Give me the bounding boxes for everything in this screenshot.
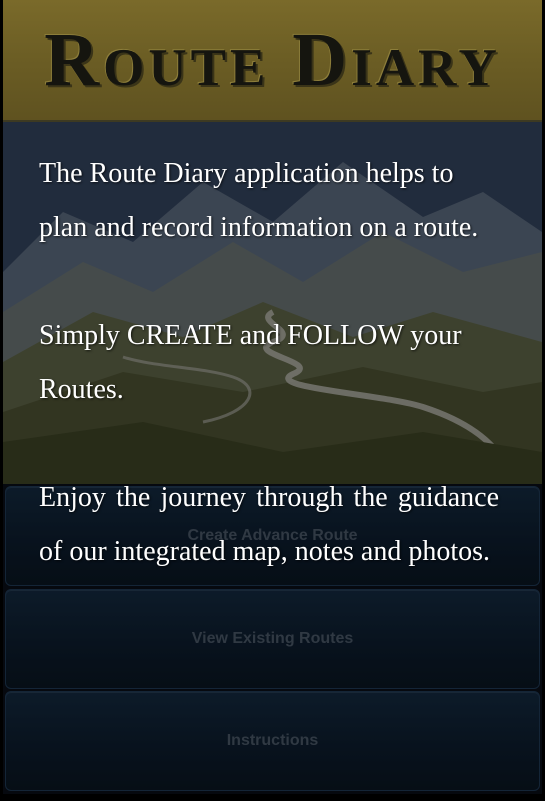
intro-paragraph-2: Simply CREATE and FOLLOW your Routes. (39, 320, 462, 405)
app-title: Route Diary (44, 18, 501, 102)
intro-paragraph-1: The Route Diary application helps to pla… (39, 158, 479, 243)
intro-text-dialog[interactable]: The Route Diary application helps to pla… (39, 147, 499, 579)
app-screen: Route Diary Create Advance Route View Ex… (0, 0, 545, 801)
header-banner: Route Diary (3, 0, 542, 122)
bottom-edge (0, 794, 545, 801)
intro-paragraph-3: Enjoy the journey through the guidance o… (39, 482, 499, 567)
